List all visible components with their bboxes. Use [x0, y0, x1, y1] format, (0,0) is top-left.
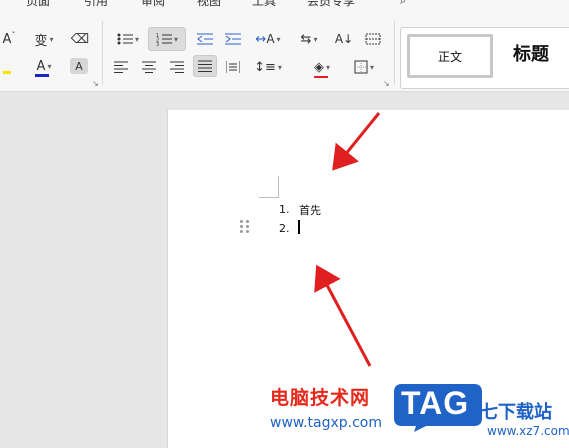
justify-button[interactable]: [193, 55, 217, 77]
font-shrink-letter: A: [2, 31, 12, 47]
font-color-bar: [34, 73, 49, 77]
watermark-site-name: 电脑技术网: [270, 387, 371, 409]
menu-references[interactable]: 引用: [84, 0, 108, 9]
separator: [394, 21, 395, 85]
table-grid-icon: [365, 33, 381, 45]
clear-format-button[interactable]: ⌫: [70, 29, 90, 49]
drag-handle-icon[interactable]: [240, 220, 250, 234]
menu-view[interactable]: 视图: [197, 0, 221, 9]
chevron-down-icon: ▾: [276, 34, 281, 44]
decrease-indent-button[interactable]: [194, 29, 216, 49]
separator: [102, 21, 103, 85]
menu-tools[interactable]: 工具: [252, 0, 276, 9]
sort-button[interactable]: A↓: [334, 29, 354, 49]
font-dialog-launcher-icon[interactable]: ↘: [92, 79, 99, 88]
highlight-button[interactable]: [0, 56, 14, 76]
text-direction-letter: A: [266, 32, 275, 46]
menu-bar: 页面 引用 审阅 视图 工具 会员专享 ⌕: [0, 0, 569, 9]
chevron-down-icon: ▾: [173, 34, 178, 44]
margin-corner-mark: [259, 176, 279, 198]
font-shrink-arrow-icon: ˇ: [11, 30, 16, 40]
increase-indent-button[interactable]: [222, 29, 244, 49]
align-right-button[interactable]: [168, 57, 186, 77]
phonetic-char: 变: [34, 33, 48, 49]
style-normal[interactable]: 正文: [407, 34, 493, 78]
tag-logo-text: TAG: [401, 385, 470, 421]
align-center-button[interactable]: [140, 57, 158, 77]
styles-gallery: 正文 标题: [400, 27, 569, 89]
paragraph-dialog-launcher-icon[interactable]: ↘: [383, 79, 390, 88]
watermark-url: www.tagxp.com: [270, 415, 382, 431]
align-left-icon: [114, 61, 128, 73]
shading-color-bar: [313, 75, 328, 78]
list-item-text[interactable]: 首先: [299, 202, 321, 218]
menu-page[interactable]: 页面: [26, 0, 50, 9]
chevron-down-icon: ▾: [313, 34, 318, 44]
menu-member[interactable]: 会员专享: [307, 0, 355, 9]
list-number: 1.: [279, 203, 290, 216]
outdent-icon: [197, 33, 213, 45]
highlight-color-icon: [3, 70, 11, 74]
svg-text:3: 3: [156, 42, 159, 46]
chevron-down-icon: ▾: [369, 62, 374, 72]
font-color-button[interactable]: A ▾: [28, 56, 60, 77]
sort-icon: A↓: [334, 32, 354, 46]
menu-review[interactable]: 审阅: [141, 0, 165, 9]
text-cursor: [298, 220, 300, 234]
swap-icon: ⇆: [300, 31, 312, 47]
chevron-down-icon: ▾: [49, 34, 54, 44]
bullet-list-icon: [117, 33, 133, 45]
phonetic-guide-button[interactable]: 变 ▾: [28, 29, 60, 49]
style-normal-label: 正文: [437, 49, 462, 64]
tag-logo: TAG: [392, 378, 484, 432]
style-heading-label: 标题: [513, 44, 549, 65]
shading-letter: A: [75, 59, 83, 73]
distributed-align-button[interactable]: [224, 57, 242, 77]
distribute-icon: [226, 61, 240, 73]
eraser-icon: ⌫: [70, 31, 90, 47]
style-heading[interactable]: 标题: [513, 40, 549, 66]
font-color-letter: A: [36, 58, 46, 74]
paint-bucket-icon: ◈: [313, 60, 328, 78]
decrease-font-button[interactable]: Aˇ: [0, 29, 18, 49]
font-color-icon: A: [34, 58, 49, 77]
chevron-down-icon: ▾: [277, 62, 282, 72]
justify-icon: [198, 60, 212, 72]
align-center-icon: [142, 61, 156, 73]
borders-icon: [354, 60, 368, 74]
text-direction-icon: ↔: [255, 31, 267, 47]
indent-icon: [225, 33, 241, 45]
ribbon-toolbar: Aˇ 变▾ ⌫ A ▾ A ↘ ▾ 123▾ ↔A▾ ⇆▾ A↓: [0, 9, 569, 92]
borders-button[interactable]: ▾: [348, 57, 380, 77]
numbered-list-icon: 123: [156, 33, 172, 46]
numbering-button[interactable]: 1 2 3 ▾: [148, 27, 186, 51]
search-icon[interactable]: ⌕: [400, 0, 406, 8]
list-number: 2.: [279, 222, 290, 235]
bullets-button[interactable]: ▾: [112, 29, 144, 49]
character-shading-button[interactable]: A: [70, 58, 88, 74]
line-spacing-icon: ↕≡: [254, 59, 276, 75]
text-direction-button[interactable]: ↔ A ▾: [252, 29, 284, 49]
watermark-partner-name: 七下载站: [480, 402, 552, 423]
align-right-icon: [170, 61, 184, 73]
line-spacing-button[interactable]: ↕≡ ▾: [252, 57, 284, 77]
line-break-button[interactable]: ⇆ ▾: [293, 29, 325, 49]
paragraph-shading-button[interactable]: ◈ ▾: [306, 57, 338, 78]
show-marks-button[interactable]: [362, 29, 384, 49]
watermark-partner-url: www.xz7.com: [487, 424, 569, 438]
chevron-down-icon: ▾: [134, 34, 139, 44]
chevron-down-icon: ▾: [325, 62, 330, 72]
align-left-button[interactable]: [112, 57, 130, 77]
chevron-down-icon: ▾: [47, 61, 52, 71]
